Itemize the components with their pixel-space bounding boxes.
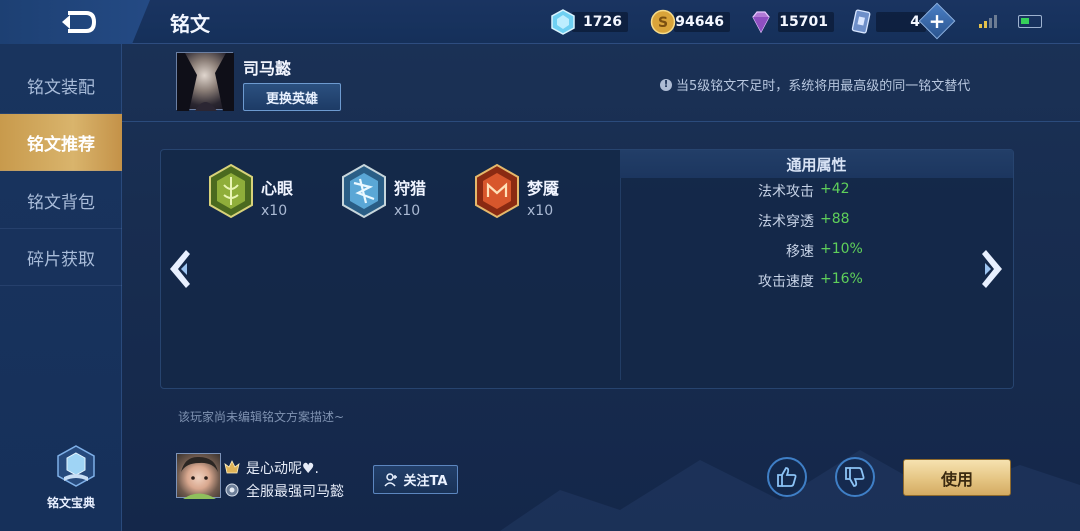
attribute-name: 法术穿透 — [758, 214, 814, 230]
attribute-row: 移速 +10% — [700, 241, 960, 261]
rune-count: x10 — [261, 203, 288, 219]
thumbs-up-icon — [777, 467, 797, 487]
hero-name: 司马懿 — [243, 59, 292, 78]
rune-item[interactable]: 狩猎 x10 — [340, 163, 426, 219]
attributes-title: 通用属性 — [620, 150, 1013, 178]
rune-name: 梦魇 — [527, 179, 560, 198]
rune-item[interactable]: 心眼 x10 — [207, 163, 293, 219]
diamond-counter[interactable]: 1726 — [550, 9, 628, 35]
next-arrow-icon[interactable] — [978, 248, 1008, 290]
author-title: 全服最强司马懿 — [246, 484, 344, 500]
hero-avatar[interactable] — [176, 52, 234, 111]
dislike-button[interactable] — [835, 457, 875, 497]
battery-icon — [1018, 15, 1042, 28]
ticket-card-icon — [851, 9, 871, 34]
attribute-value: +16% — [820, 271, 863, 287]
panel-divider — [620, 160, 621, 380]
signal-icon — [979, 15, 997, 28]
use-button[interactable]: 使用 — [903, 459, 1011, 496]
gem-icon — [752, 11, 770, 34]
rune-codex-button[interactable]: 铭文宝典 — [36, 444, 116, 511]
follow-label: 关注TA — [403, 474, 448, 489]
rank-badge-icon — [224, 460, 240, 474]
svg-text:S: S — [658, 15, 668, 31]
prev-arrow-icon[interactable] — [164, 248, 194, 290]
thumbs-down-icon — [845, 467, 865, 487]
notice-label: 当5级铭文不足时，系统将用最高级的同一铭文替代 — [676, 79, 971, 94]
attribute-row: 法术攻击 +42 — [700, 181, 960, 201]
gold-counter[interactable]: S 294646 — [650, 9, 730, 35]
sidebar-item-label: 铭文装配 — [27, 77, 95, 98]
gem-counter[interactable]: 15701 — [748, 9, 834, 35]
author-name: 是心动呢♥. — [246, 461, 320, 477]
swap-hero-button[interactable]: 更换英雄 — [243, 83, 341, 111]
sidebar-item-label: 铭文背包 — [27, 192, 95, 213]
attribute-row: 法术穿透 +88 — [700, 211, 960, 231]
page-title: 铭文 — [170, 12, 210, 36]
attribute-value: +88 — [820, 211, 850, 227]
diamond-value: 1726 — [572, 12, 628, 32]
attribute-row: 攻击速度 +16% — [700, 271, 960, 291]
gold-value: 294646 — [666, 12, 730, 32]
plus-icon: + — [928, 9, 946, 33]
rune-codex-label: 铭文宝典 — [46, 496, 95, 510]
rune-count: x10 — [394, 203, 421, 219]
follow-button[interactable]: 关注TA — [373, 465, 458, 494]
rune-name: 心眼 — [261, 179, 294, 198]
top-bar: 铭文 1726 S 294646 15701 4 + — [0, 0, 1080, 44]
sidebar-item-rune-bag[interactable]: 铭文背包 — [0, 172, 122, 229]
sidebar-item-label: 铭文推荐 — [27, 134, 95, 155]
rune-gem-red-icon — [475, 163, 519, 219]
ticket-counter[interactable]: 4 — [848, 9, 926, 35]
hero-portrait-icon — [177, 53, 234, 111]
rune-count: x10 — [527, 203, 554, 219]
info-icon: ! — [660, 78, 672, 91]
attribute-name: 法术攻击 — [758, 184, 814, 200]
back-button[interactable] — [0, 0, 150, 44]
add-friend-icon — [383, 472, 397, 487]
scheme-description: 该玩家尚未编辑铭文方案描述~ — [178, 410, 345, 424]
rune-item[interactable]: 梦魇 x10 — [473, 163, 559, 219]
ticket-value: 4 — [876, 12, 926, 32]
sidebar-item-rune-equip[interactable]: 铭文装配 — [0, 57, 122, 114]
sidebar-item-fragments[interactable]: 碎片获取 — [0, 229, 122, 286]
attribute-value: +42 — [820, 181, 850, 197]
gold-coin-icon: S — [650, 9, 676, 35]
like-button[interactable] — [767, 457, 807, 497]
attribute-name: 攻击速度 — [758, 274, 814, 290]
attribute-name: 移速 — [786, 244, 814, 260]
sidebar-item-rune-recommend[interactable]: 铭文推荐 — [0, 114, 122, 171]
author-avatar[interactable] — [176, 453, 221, 499]
rune-codex-icon — [57, 445, 95, 487]
back-icon — [62, 11, 97, 33]
divider — [122, 121, 1080, 122]
rune-gem-green-icon — [209, 163, 253, 219]
notice-text: ! 当5级铭文不足时，系统将用最高级的同一铭文替代 — [660, 75, 970, 94]
gem-value: 15701 — [778, 12, 834, 32]
author-portrait-icon — [181, 456, 218, 499]
sidebar: 铭文装配 铭文推荐 铭文背包 碎片获取 铭文宝典 — [0, 44, 122, 531]
hero-title-badge-icon — [225, 483, 239, 497]
rune-gem-blue-icon — [342, 163, 386, 219]
attribute-value: +10% — [820, 241, 863, 257]
diamond-icon — [551, 9, 575, 35]
sidebar-item-label: 碎片获取 — [27, 249, 95, 270]
rune-name: 狩猎 — [394, 179, 427, 198]
